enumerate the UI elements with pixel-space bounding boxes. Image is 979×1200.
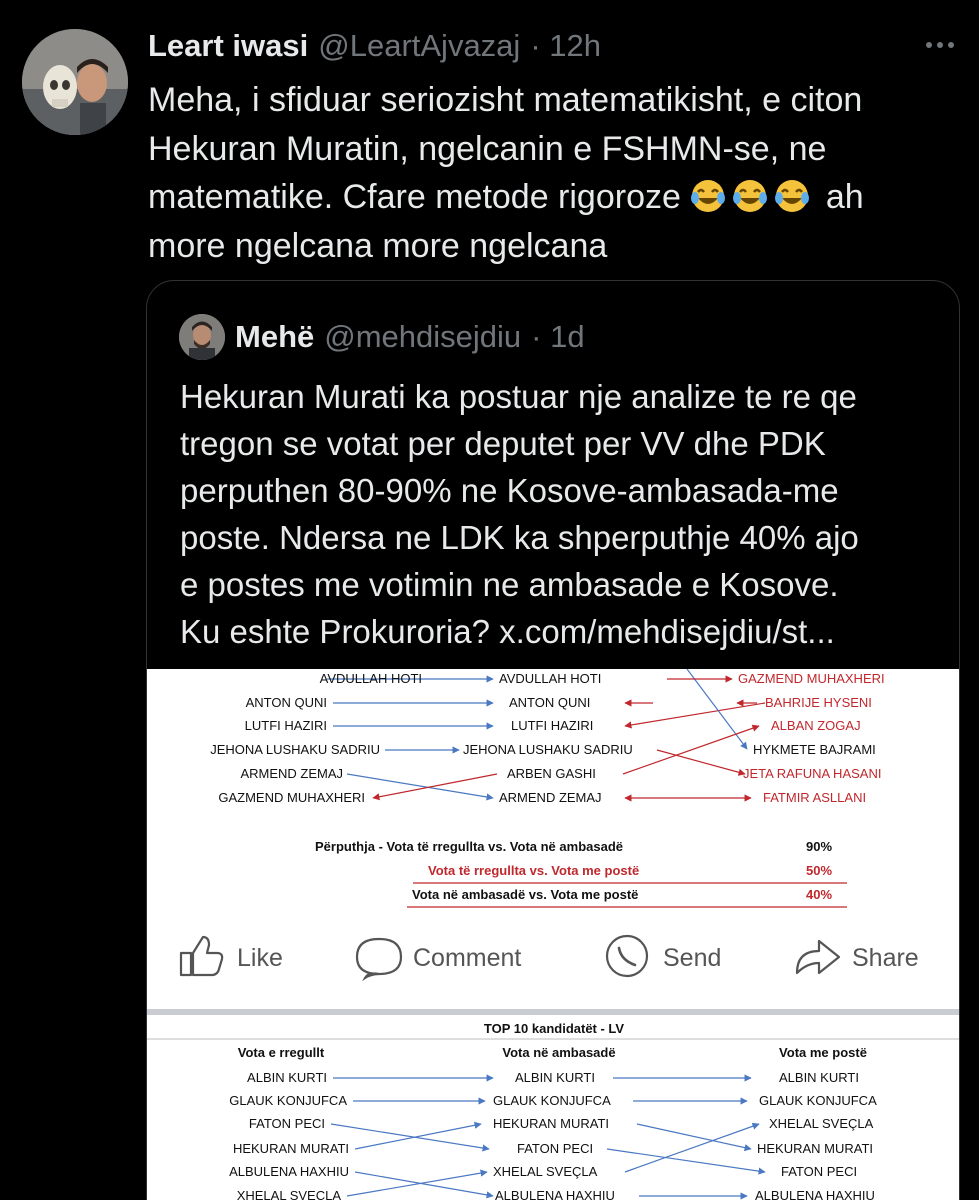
- name-cell: GLAUK KONJUFCA: [229, 1093, 347, 1108]
- like-label[interactable]: Like: [237, 944, 283, 972]
- tweet-line: more ngelcana more ngelcana: [148, 226, 608, 265]
- name-cell: FATON PECI: [517, 1141, 593, 1156]
- name-cell: ARMEND ZEMAJ: [240, 766, 343, 781]
- top-col3: GAZMEND MUHAXHERI BAHRIJE HYSENI ALBAN Z…: [738, 671, 885, 805]
- name-cell: GLAUK KONJUFCA: [493, 1093, 611, 1108]
- tweet-line-text: ah: [825, 178, 864, 216]
- laughing-crying-emoji-icon: [733, 180, 768, 212]
- quote-author-avatar[interactable]: [179, 314, 225, 360]
- col-header: Vota me postë: [779, 1045, 867, 1060]
- quote-time[interactable]: · 1d: [531, 319, 584, 355]
- quote-text: Hekuran Murati ka postuar nje analize te…: [180, 373, 940, 655]
- comment-icon[interactable]: [355, 937, 403, 982]
- name-cell: ARMEND ZEMAJ: [499, 790, 602, 805]
- name-cell: JETA RAFUNA HASANI: [743, 766, 881, 781]
- action-bar: Like Comment Send Share: [179, 934, 919, 982]
- laughing-crying-emoji-icon: [775, 180, 810, 212]
- name-cell: ALBULENA HAXHIU: [229, 1164, 349, 1179]
- name-cell: HEKURAN MURATI: [233, 1141, 349, 1156]
- match-summary: Përputhja - Vota të rregullta vs. Vota n…: [315, 839, 847, 908]
- match-label: Vota në ambasadë vs. Vota me postë: [412, 887, 638, 902]
- share-icon[interactable]: [795, 939, 841, 975]
- like-icon[interactable]: [179, 935, 224, 977]
- quote-line: poste. Ndersa ne LDK ka shperputhje 40% …: [180, 519, 859, 556]
- name-cell: XHELAL SVEÇLA: [769, 1116, 874, 1131]
- table-title: TOP 10 kandidatët - LV: [484, 1021, 624, 1036]
- tweet-line-text: matematike. Cfare metode rigoroze: [148, 178, 681, 216]
- name-cell: ALBIN KURTI: [515, 1070, 595, 1085]
- tweet-header: Leart iwasi @LeartAjvazaj · 12h: [148, 28, 601, 64]
- match-label: Përputhja - Vota të rregullta vs. Vota n…: [315, 839, 623, 854]
- name-cell: ARBEN GASHI: [507, 766, 596, 781]
- name-cell: ANTON QUNI: [246, 695, 327, 710]
- match-value: 50%: [806, 863, 832, 878]
- quote-line: perputhen 80-90% ne Kosove-ambasada-me: [180, 472, 839, 509]
- top-col1: AVDULLAH HOTI ANTON QUNI LUTFI HAZIRI JE…: [210, 671, 422, 805]
- name-cell: LUTFI HAZIRI: [511, 718, 593, 733]
- author-handle[interactable]: @LeartAjvazaj: [318, 28, 520, 64]
- name-cell: ALBULENA HAXHIU: [755, 1188, 875, 1200]
- quote-author-handle[interactable]: @mehdisejdiu: [324, 319, 521, 355]
- name-cell: HYKMETE BAJRAMI: [753, 742, 876, 757]
- name-cell: BAHRIJE HYSENI: [765, 695, 872, 710]
- candidate-comparison-image: AVDULLAH HOTI ANTON QUNI LUTFI HAZIRI JE…: [147, 669, 959, 1200]
- send-label[interactable]: Send: [663, 944, 721, 972]
- match-value: 90%: [806, 839, 832, 854]
- top-col2: AVDULLAH HOTI ANTON QUNI LUTFI HAZIRI JE…: [463, 671, 633, 805]
- quote-line: Hekuran Murati ka postuar nje analize te…: [180, 378, 857, 415]
- author-name[interactable]: Leart iwasi: [148, 28, 308, 64]
- name-cell: ALBAN ZOGAJ: [771, 718, 861, 733]
- name-cell: FATON PECI: [249, 1116, 325, 1131]
- whatsapp-icon[interactable]: [605, 934, 649, 978]
- quote-author-name[interactable]: Mehë: [235, 319, 314, 355]
- match-label: Vota të rregullta vs. Vota me postë: [428, 863, 639, 878]
- more-options-icon[interactable]: [920, 30, 960, 60]
- match-value: 40%: [806, 887, 832, 902]
- quoted-tweet[interactable]: Mehë @mehdisejdiu · 1d Hekuran Murati ka…: [146, 280, 960, 1200]
- name-cell: ALBIN KURTI: [247, 1070, 327, 1085]
- name-cell: HEKURAN MURATI: [493, 1116, 609, 1131]
- name-cell: JEHONA LUSHAKU SADRIU: [210, 742, 380, 757]
- tweet-line: Meha, i sfiduar seriozisht matematikisht…: [148, 81, 863, 119]
- tweet-text: Meha, i sfiduar seriozisht matematikisht…: [148, 76, 948, 270]
- name-cell: XHELAL SVEÇLA: [493, 1164, 598, 1179]
- name-cell: FATON PECI: [781, 1164, 857, 1179]
- comment-label[interactable]: Comment: [413, 944, 521, 972]
- quote-header: Mehë @mehdisejdiu · 1d: [235, 319, 585, 355]
- tweet-line: matematike. Cfare metode rigoroze ah: [148, 173, 948, 222]
- col-header: Vota në ambasadë: [502, 1045, 615, 1060]
- name-cell: ALBULENA HAXHIU: [495, 1188, 615, 1200]
- separator: [147, 1009, 959, 1015]
- col-header: Vota e rregullt: [238, 1045, 325, 1060]
- name-cell: ANTON QUNI: [509, 695, 590, 710]
- name-cell: XHELAL SVEÇLA: [237, 1188, 342, 1200]
- tweet-line: Hekuran Muratin, ngelcanin e FSHMN-se, n…: [148, 129, 827, 168]
- share-label[interactable]: Share: [852, 944, 919, 972]
- laughing-crying-emoji-icon: [691, 180, 726, 212]
- name-cell: AVDULLAH HOTI: [499, 671, 601, 686]
- name-cell: GAZMEND MUHAXHERI: [218, 790, 365, 805]
- name-cell: HEKURAN MURATI: [757, 1141, 873, 1156]
- name-cell: LUTFI HAZIRI: [245, 718, 327, 733]
- name-cell: GLAUK KONJUFCA: [759, 1093, 877, 1108]
- quote-line: tregon se votat per deputet per VV dhe P…: [180, 425, 826, 462]
- author-avatar[interactable]: [22, 29, 128, 135]
- name-cell: GAZMEND MUHAXHERI: [738, 671, 885, 686]
- name-cell: JEHONA LUSHAKU SADRIU: [463, 742, 633, 757]
- name-cell: FATMIR ASLLANI: [763, 790, 866, 805]
- name-cell: ALBIN KURTI: [779, 1070, 859, 1085]
- quote-line: e postes me votimin ne ambasade e Kosove…: [180, 566, 839, 603]
- tweet-time[interactable]: · 12h: [530, 28, 601, 64]
- quote-line[interactable]: Ku eshte Prokuroria? x.com/mehdisejdiu/s…: [180, 608, 940, 655]
- name-cell: AVDULLAH HOTI: [320, 671, 422, 686]
- attached-image[interactable]: AVDULLAH HOTI ANTON QUNI LUTFI HAZIRI JE…: [147, 669, 959, 1200]
